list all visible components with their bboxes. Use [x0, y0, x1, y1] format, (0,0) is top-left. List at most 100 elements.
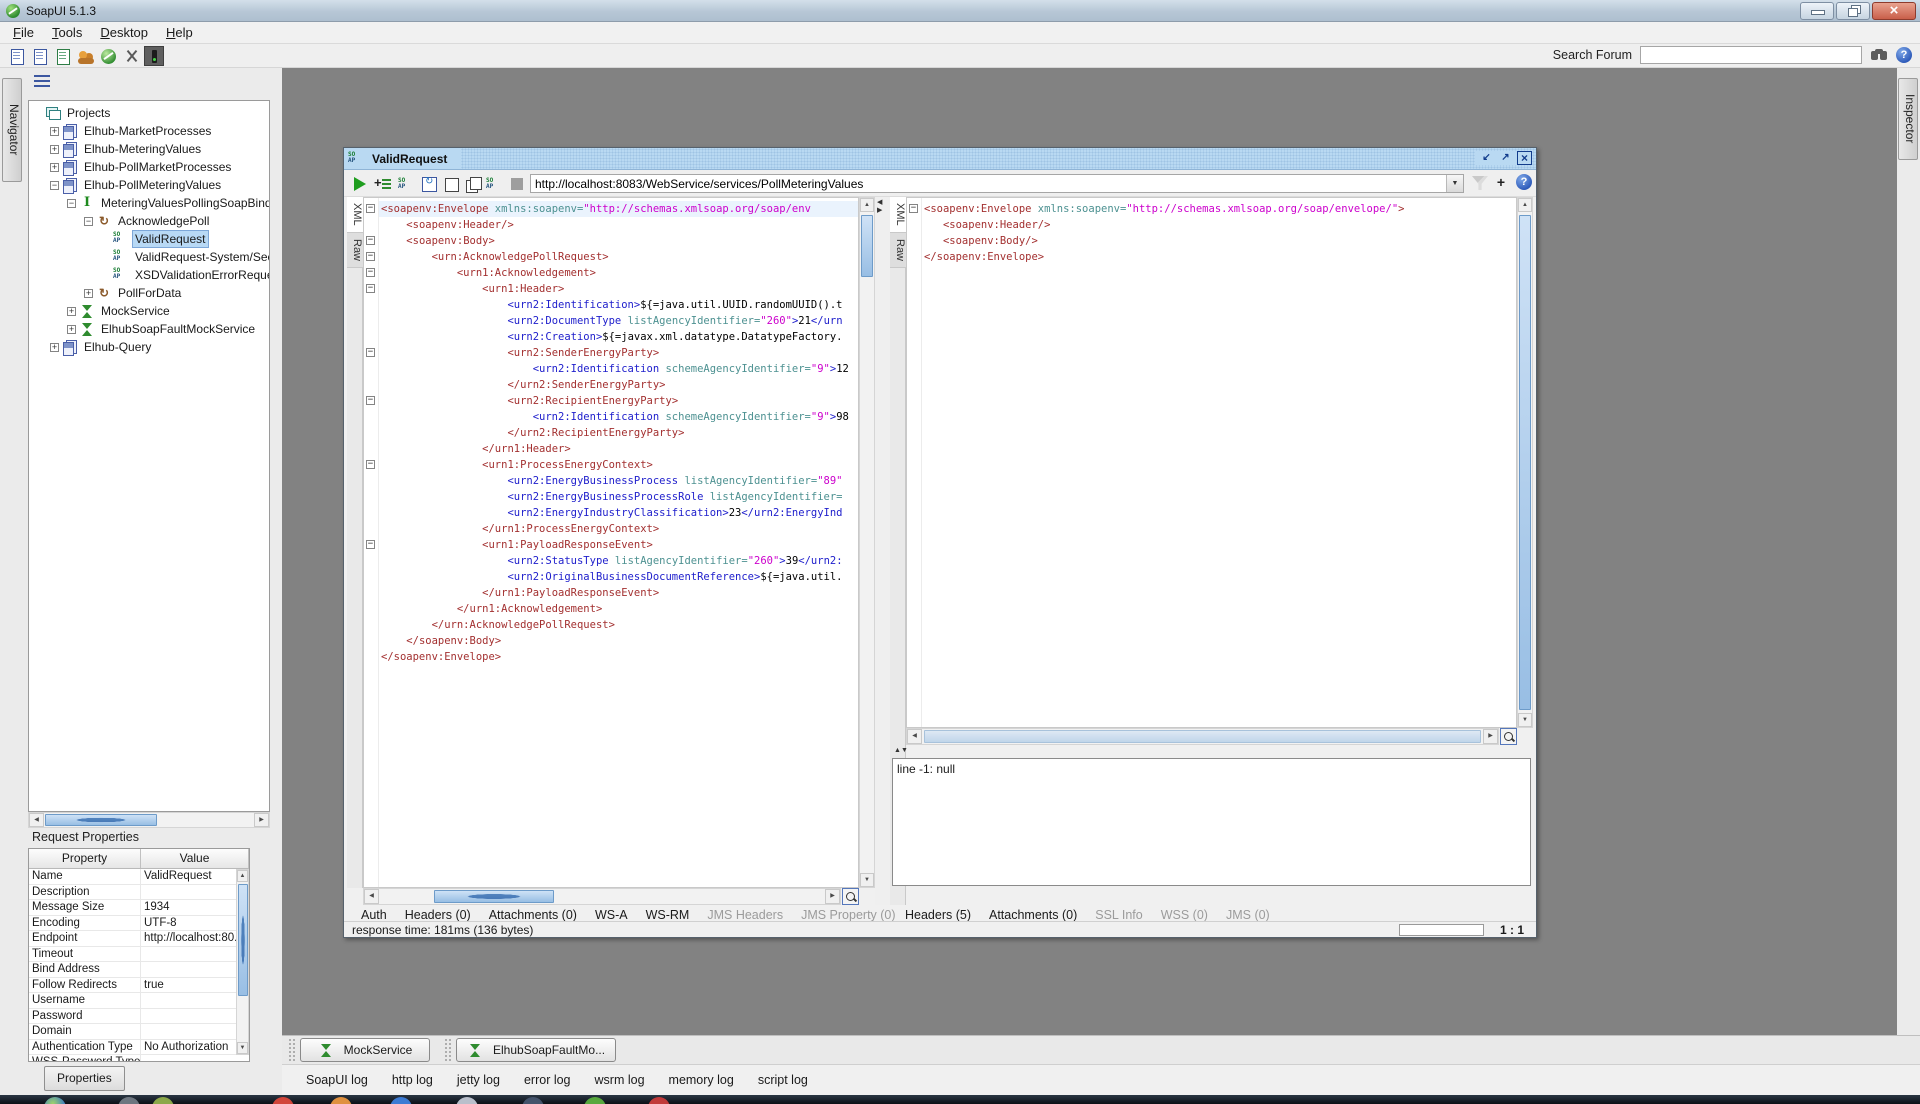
xml-line[interactable]: <urn1:Header> — [364, 281, 858, 297]
request-xml-editor[interactable]: <soapenv:Envelope xmlns:soapenv="http://… — [363, 197, 859, 888]
tree-item-elhub-meteringvalues[interactable]: Elhub-MeteringValues — [29, 140, 269, 158]
clear-request-icon[interactable] — [442, 175, 460, 193]
scroll-thumb[interactable] — [238, 884, 248, 996]
request-tab-ws-a[interactable]: WS-A — [586, 908, 637, 922]
add-to-testcase-icon[interactable] — [374, 175, 392, 193]
xml-line[interactable]: </urn:AcknowledgePollRequest> — [364, 617, 858, 633]
scroll-up-icon[interactable] — [237, 870, 248, 882]
request-magnifier-icon[interactable] — [842, 888, 859, 905]
xml-line[interactable]: <urn2:RecipientEnergyParty> — [364, 393, 858, 409]
response-magnifier-icon[interactable] — [1500, 728, 1517, 745]
scroll-thumb[interactable] — [45, 814, 157, 826]
tree-item-elhub-pollmarketprocesses[interactable]: Elhub-PollMarketProcesses — [29, 158, 269, 176]
scroll-down-icon[interactable] — [237, 1042, 248, 1054]
fold-collapse-icon[interactable] — [366, 268, 375, 277]
prop-value[interactable]: UTF-8 — [141, 916, 249, 931]
xml-line[interactable]: <urn2:Identification schemeAgencyIdentif… — [364, 409, 858, 425]
response-tab-attachments-0[interactable]: Attachments (0) — [980, 908, 1086, 922]
scroll-right-icon[interactable] — [825, 889, 840, 904]
taskbar-app-icon[interactable] — [456, 1097, 478, 1104]
recreate-request-icon[interactable] — [420, 175, 438, 193]
xml-line[interactable]: <soapenv:Body/> — [907, 233, 1516, 249]
xml-line[interactable]: </urn1:ProcessEnergyContext> — [364, 521, 858, 537]
search-forum-input[interactable] — [1640, 46, 1862, 64]
scroll-up-icon[interactable] — [860, 198, 874, 212]
scroll-down-icon[interactable] — [1518, 713, 1532, 727]
xml-line[interactable]: <urn2:Identification schemeAgencyIdentif… — [364, 361, 858, 377]
log-tab-error-log[interactable]: error log — [512, 1073, 583, 1087]
minimize-button[interactable] — [1800, 2, 1834, 20]
log-tab-wsrm-log[interactable]: wsrm log — [583, 1073, 657, 1087]
xml-line[interactable]: </urn1:Acknowledgement> — [364, 601, 858, 617]
xml-line[interactable]: </urn2:RecipientEnergyParty> — [364, 425, 858, 441]
tree-item-projects[interactable]: Projects — [29, 104, 269, 122]
collapse-left-icon[interactable] — [877, 199, 882, 207]
xml-line[interactable]: <urn1:ProcessEnergyContext> — [364, 457, 858, 473]
pane-splitter[interactable] — [875, 197, 890, 905]
response-tab-raw[interactable]: Raw — [890, 233, 906, 268]
taskbar-app-icon[interactable] — [152, 1097, 174, 1104]
taskbar-app-icon[interactable] — [584, 1097, 606, 1104]
scroll-up-icon[interactable] — [1518, 198, 1532, 212]
response-tab-xml[interactable]: XML — [890, 197, 906, 233]
add-endpoint-icon[interactable] — [1494, 174, 1508, 190]
tree-item-validrequest-system-securi[interactable]: ValidRequest-System/Securi — [29, 248, 269, 266]
log-tab-http-log[interactable]: http log — [380, 1073, 445, 1087]
tree-item-elhubsoapfaultmockservice[interactable]: ElhubSoapFaultMockService — [29, 320, 269, 338]
menu-tools[interactable]: Tools — [43, 23, 91, 42]
log-tab-script-log[interactable]: script log — [746, 1073, 820, 1087]
menu-help[interactable]: Help — [157, 23, 202, 42]
fold-collapse-icon[interactable] — [366, 460, 375, 469]
expand-icon[interactable] — [50, 163, 59, 172]
forum-icon[interactable] — [75, 46, 95, 66]
taskbar-app-icon[interactable] — [272, 1097, 294, 1104]
taskbar-app-icon[interactable] — [390, 1097, 412, 1104]
xml-line[interactable]: <urn2:StatusType listAgencyIdentifier="2… — [364, 553, 858, 569]
cancel-request-icon[interactable] — [508, 175, 526, 193]
value-column-header[interactable]: Value — [141, 849, 249, 868]
xml-line[interactable]: <urn:AcknowledgePollRequest> — [364, 249, 858, 265]
validation-message-panel[interactable]: line -1: null — [892, 758, 1531, 886]
frame-close-icon[interactable] — [1517, 151, 1532, 165]
scroll-thumb[interactable] — [434, 890, 554, 903]
prop-value[interactable] — [141, 993, 249, 1008]
expand-icon[interactable] — [84, 289, 93, 298]
fold-collapse-icon[interactable] — [909, 204, 918, 213]
scroll-thumb[interactable] — [1519, 215, 1531, 710]
fold-collapse-icon[interactable] — [366, 396, 375, 405]
preferences-icon[interactable] — [121, 46, 141, 66]
xml-line[interactable]: </soapenv:Envelope> — [907, 249, 1516, 265]
soapui-home-icon[interactable] — [98, 46, 118, 66]
tree-options-icon[interactable] — [34, 75, 50, 89]
close-button[interactable] — [1872, 2, 1916, 20]
log-tab-memory-log[interactable]: memory log — [657, 1073, 746, 1087]
xml-line[interactable]: <soapenv:Header/> — [907, 217, 1516, 233]
prop-value[interactable]: http://localhost:80... — [141, 931, 249, 946]
expand-icon[interactable] — [50, 145, 59, 154]
scroll-left-icon[interactable] — [907, 729, 922, 744]
xml-line[interactable]: <soapenv:Envelope xmlns:soapenv="http://… — [907, 201, 1516, 217]
scroll-right-icon[interactable] — [254, 813, 269, 827]
expand-icon[interactable] — [67, 307, 76, 316]
menu-file[interactable]: File — [4, 23, 43, 42]
log-tab-jetty-log[interactable]: jetty log — [445, 1073, 512, 1087]
fold-collapse-icon[interactable] — [366, 284, 375, 293]
xml-line[interactable]: <urn1:PayloadResponseEvent> — [364, 537, 858, 553]
collapse-icon[interactable] — [50, 181, 59, 190]
log-tab-soapui-log[interactable]: SoapUI log — [294, 1073, 380, 1087]
request-tab-ws-rm[interactable]: WS-RM — [637, 908, 699, 922]
prop-value[interactable] — [141, 947, 249, 962]
property-column-header[interactable]: Property — [29, 849, 141, 868]
collapse-icon[interactable] — [67, 199, 76, 208]
new-workspace-icon[interactable] — [6, 46, 26, 66]
tree-item-elhub-query[interactable]: Elhub-Query — [29, 338, 269, 356]
menu-desktop[interactable]: Desktop — [91, 23, 157, 42]
taskbar-app-icon[interactable] — [330, 1097, 352, 1104]
restore-button[interactable] — [1836, 2, 1870, 20]
request-help-icon[interactable] — [1516, 174, 1532, 190]
response-xml-editor[interactable]: <soapenv:Envelope xmlns:soapenv="http://… — [906, 197, 1517, 728]
scroll-right-icon[interactable] — [1483, 729, 1498, 744]
scroll-left-icon[interactable] — [29, 813, 44, 827]
endpoint-dropdown-icon[interactable] — [1446, 175, 1463, 192]
create-soap-request-icon[interactable] — [398, 175, 416, 193]
